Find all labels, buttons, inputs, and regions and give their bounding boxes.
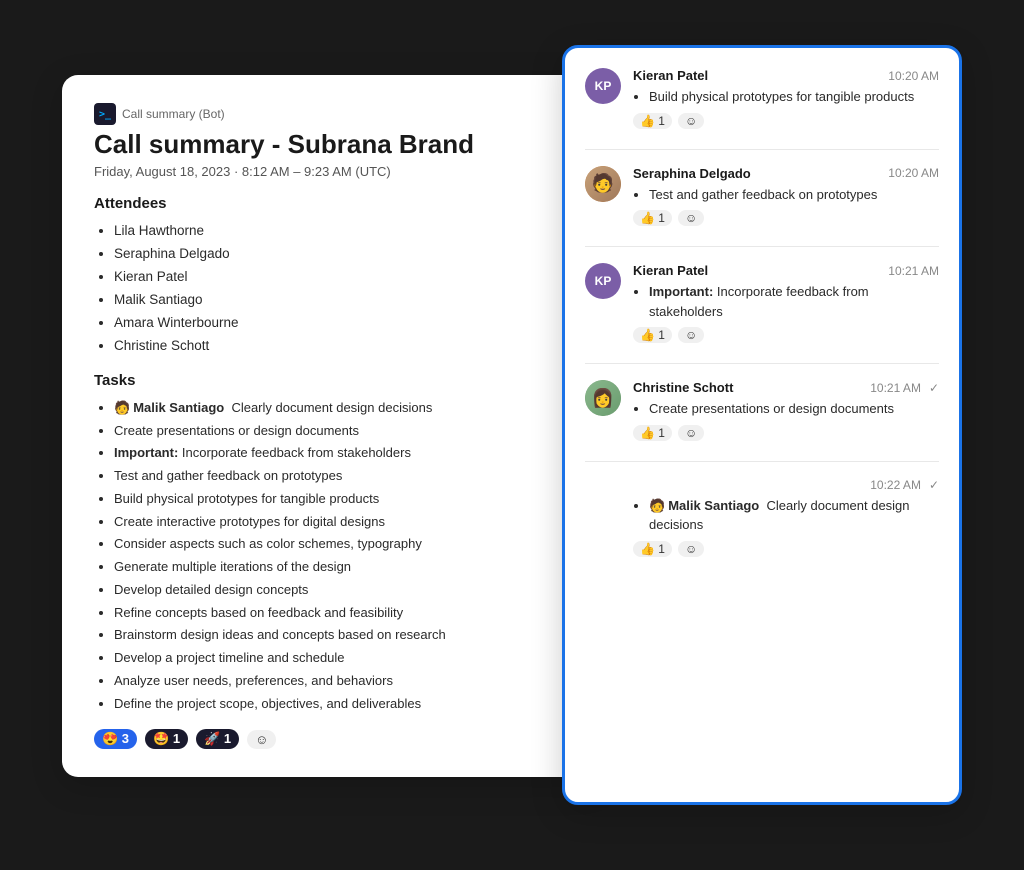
message-list-item: Create presentations or design documents [649, 399, 939, 419]
message-time: 10:20 AM [888, 166, 939, 180]
avatar: KP [585, 263, 621, 299]
attendees-list: Lila Hawthorne Seraphina Delgado Kieran … [94, 220, 570, 358]
message-reactions: 👍 1 ☺ [633, 113, 939, 129]
message-content: Seraphina Delgado 10:20 AM Test and gath… [633, 166, 939, 227]
checkmark-icon: ✓ [929, 478, 939, 492]
task-item: Develop a project timeline and schedule [114, 647, 570, 670]
bot-label: >_ Call summary (Bot) [94, 103, 570, 125]
message-time: 10:20 AM [888, 69, 939, 83]
reaction-smile[interactable]: ☺ [678, 541, 704, 557]
message-body: Test and gather feedback on prototypes [633, 185, 939, 205]
reactions-row: 😍 3 🤩 1 🚀 1 ☺ [94, 729, 570, 749]
sender-name: Christine Schott [633, 380, 733, 395]
message-body: 🧑 Malik Santiago Clearly document design… [633, 496, 939, 535]
message-content: Christine Schott 10:21 AM ✓ Create prese… [633, 380, 939, 441]
task-item: Build physical prototypes for tangible p… [114, 488, 570, 511]
avatar-spacer [585, 478, 621, 557]
reaction-rocket[interactable]: 🚀 1 [196, 729, 239, 749]
attendee-item: Kieran Patel [114, 266, 570, 289]
attendee-item: Malik Santiago [114, 289, 570, 312]
attendee-item: Amara Winterbourne [114, 312, 570, 335]
checkmark-icon: ✓ [929, 381, 939, 395]
message-reactions: 👍 1 ☺ [633, 425, 939, 441]
attendees-heading: Attendees [94, 195, 570, 212]
task-item: Analyze user needs, preferences, and beh… [114, 670, 570, 693]
divider [585, 149, 939, 150]
message-time: 10:21 AM [888, 264, 939, 278]
task-item: Create presentations or design documents [114, 420, 570, 443]
reaction-smile[interactable]: ☺ [678, 327, 704, 343]
message-reactions: 👍 1 ☺ [633, 327, 939, 343]
bot-icon: >_ [94, 103, 116, 125]
message-time: 10:21 AM [870, 381, 921, 395]
reaction-thumbsup[interactable]: 👍 1 [633, 541, 672, 557]
message-time: 10:22 AM [870, 478, 921, 492]
call-date: Friday, August 18, 2023 · 8:12 AM – 9:23… [94, 164, 570, 179]
chat-message: 🧑 Seraphina Delgado 10:20 AM Test and ga… [585, 166, 939, 227]
avatar: KP [585, 68, 621, 104]
sender-name: Seraphina Delgado [633, 166, 751, 181]
reaction-thumbsup[interactable]: 👍 1 [633, 210, 672, 226]
avatar-image: 🧑 [585, 166, 621, 202]
task-item: Test and gather feedback on prototypes [114, 465, 570, 488]
message-content: Kieran Patel 10:21 AM Important: Incorpo… [633, 263, 939, 343]
tasks-list: 🧑 Malik Santiago Clearly document design… [94, 397, 570, 716]
reaction-thumbsup[interactable]: 👍 1 [633, 327, 672, 343]
message-header: 10:22 AM ✓ [633, 478, 939, 492]
divider [585, 246, 939, 247]
task-item: Refine concepts based on feedback and fe… [114, 602, 570, 625]
task-item: Create interactive prototypes for digita… [114, 511, 570, 534]
sender-name: Kieran Patel [633, 263, 708, 278]
message-reactions: 👍 1 ☺ [633, 541, 939, 557]
call-summary-card: >_ Call summary (Bot) Call summary - Sub… [62, 75, 602, 777]
cards-container: >_ Call summary (Bot) Call summary - Sub… [62, 45, 962, 825]
chat-message: KP Kieran Patel 10:20 AM Build physical … [585, 68, 939, 129]
reaction-smile[interactable]: ☺ [678, 425, 704, 441]
chat-message: 👩 Christine Schott 10:21 AM ✓ Create pre… [585, 380, 939, 441]
message-header: Seraphina Delgado 10:20 AM [633, 166, 939, 181]
message-list-item: Build physical prototypes for tangible p… [649, 87, 939, 107]
task-item: Develop detailed design concepts [114, 579, 570, 602]
task-item: Brainstorm design ideas and concepts bas… [114, 624, 570, 647]
avatar-image: 👩 [585, 380, 621, 416]
chat-message: 10:22 AM ✓ 🧑 Malik Santiago Clearly docu… [585, 478, 939, 557]
message-header: Kieran Patel 10:20 AM [633, 68, 939, 83]
message-content: Kieran Patel 10:20 AM Build physical pro… [633, 68, 939, 129]
message-body: Create presentations or design documents [633, 399, 939, 419]
attendee-item: Lila Hawthorne [114, 220, 570, 243]
task-item: Consider aspects such as color schemes, … [114, 533, 570, 556]
task-item: 🧑 Malik Santiago Clearly document design… [114, 397, 570, 420]
task-item: Important: Incorporate feedback from sta… [114, 442, 570, 465]
reaction-smile[interactable]: ☺ [247, 730, 276, 749]
task-item: Generate multiple iterations of the desi… [114, 556, 570, 579]
reaction-star[interactable]: 🤩 1 [145, 729, 188, 749]
divider [585, 363, 939, 364]
call-title: Call summary - Subrana Brand [94, 129, 570, 160]
avatar: 🧑 [585, 166, 621, 202]
attendee-item: Christine Schott [114, 335, 570, 358]
tasks-heading: Tasks [94, 372, 570, 389]
reaction-thumbsup[interactable]: 👍 1 [633, 425, 672, 441]
task-item: Define the project scope, objectives, an… [114, 693, 570, 716]
divider [585, 461, 939, 462]
reaction-smile[interactable]: ☺ [678, 210, 704, 226]
chat-message: KP Kieran Patel 10:21 AM Important: Inco… [585, 263, 939, 343]
message-body: Build physical prototypes for tangible p… [633, 87, 939, 107]
sender-name: Kieran Patel [633, 68, 708, 83]
message-body: Important: Incorporate feedback from sta… [633, 282, 939, 321]
reaction-thumbsup[interactable]: 👍 1 [633, 113, 672, 129]
attendee-item: Seraphina Delgado [114, 243, 570, 266]
message-list-item: 🧑 Malik Santiago Clearly document design… [649, 496, 939, 535]
chat-card: KP Kieran Patel 10:20 AM Build physical … [562, 45, 962, 805]
message-content: 10:22 AM ✓ 🧑 Malik Santiago Clearly docu… [633, 478, 939, 557]
message-reactions: 👍 1 ☺ [633, 210, 939, 226]
reaction-fire[interactable]: 😍 3 [94, 729, 137, 749]
message-header: Christine Schott 10:21 AM ✓ [633, 380, 939, 395]
reaction-smile[interactable]: ☺ [678, 113, 704, 129]
message-list-item: Test and gather feedback on prototypes [649, 185, 939, 205]
bot-label-text: Call summary (Bot) [122, 107, 225, 121]
message-list-item: Important: Incorporate feedback from sta… [649, 282, 939, 321]
message-header: Kieran Patel 10:21 AM [633, 263, 939, 278]
avatar: 👩 [585, 380, 621, 416]
